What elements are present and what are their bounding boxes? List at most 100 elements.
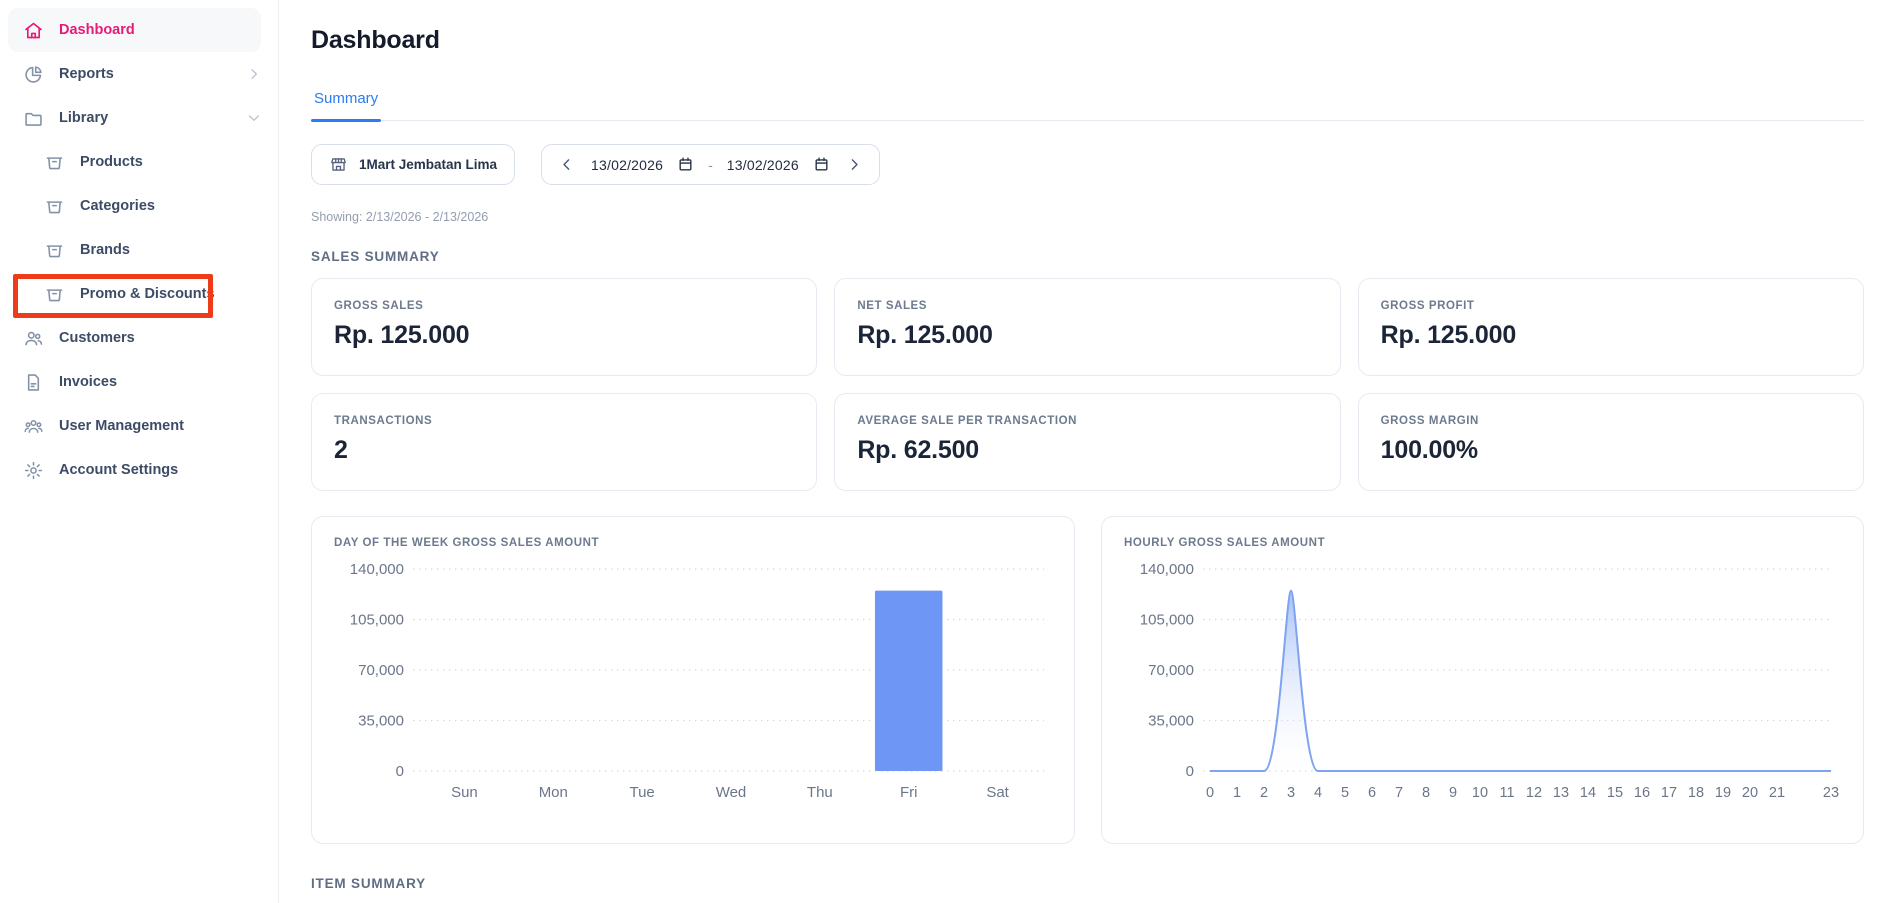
tab-bar: Summary xyxy=(311,82,1864,121)
sidebar-item-label: Products xyxy=(80,154,143,170)
svg-text:12: 12 xyxy=(1526,785,1542,801)
home-icon xyxy=(22,19,44,41)
svg-text:13: 13 xyxy=(1553,785,1569,801)
svg-text:18: 18 xyxy=(1688,785,1704,801)
stat-value: 2 xyxy=(334,436,794,465)
svg-text:10: 10 xyxy=(1472,785,1488,801)
previous-day-button[interactable] xyxy=(556,154,577,175)
sidebar: Dashboard Reports Library Products xyxy=(0,0,279,903)
basket-icon xyxy=(43,195,65,217)
svg-text:17: 17 xyxy=(1661,785,1677,801)
sidebar-item-label: Categories xyxy=(80,198,155,214)
svg-text:0: 0 xyxy=(396,763,404,780)
stat-card-gross-profit: GROSS PROFIT Rp. 125.000 xyxy=(1358,278,1864,376)
end-date-field[interactable]: 13/02/2026 xyxy=(727,157,799,173)
sidebar-item-promo-discounts[interactable]: Promo & Discounts xyxy=(0,272,278,316)
stat-label: GROSS MARGIN xyxy=(1381,415,1841,427)
svg-text:1: 1 xyxy=(1233,785,1241,801)
svg-text:6: 6 xyxy=(1368,785,1376,801)
next-day-button[interactable] xyxy=(844,154,865,175)
svg-text:105,000: 105,000 xyxy=(1140,612,1194,629)
sidebar-item-label: Dashboard xyxy=(59,22,135,38)
main-content: Dashboard Summary 1Mart Jembatan Lima 13… xyxy=(279,0,1887,891)
hourly-chart-card: HOURLY GROSS SALES AMOUNT 0 35,000 70,000 1… xyxy=(1101,516,1864,844)
sidebar-item-invoices[interactable]: Invoices xyxy=(0,360,278,404)
sidebar-item-account-settings[interactable]: Account Settings xyxy=(0,448,278,492)
sidebar-item-products[interactable]: Products xyxy=(0,140,278,184)
svg-text:3: 3 xyxy=(1287,785,1295,801)
svg-text:7: 7 xyxy=(1395,785,1403,801)
svg-text:19: 19 xyxy=(1715,785,1731,801)
stat-value: Rp. 62.500 xyxy=(857,436,1317,465)
chart-title: DAY OF THE WEEK GROSS SALES AMOUNT xyxy=(334,537,1052,549)
sidebar-item-label: Customers xyxy=(59,330,135,346)
sidebar-item-categories[interactable]: Categories xyxy=(0,184,278,228)
svg-text:Fri: Fri xyxy=(900,784,918,801)
stat-label: NET SALES xyxy=(857,300,1317,312)
sidebar-item-user-management[interactable]: User Management xyxy=(0,404,278,448)
sidebar-item-library[interactable]: Library xyxy=(0,96,278,140)
stat-value: Rp. 125.000 xyxy=(334,321,794,350)
svg-text:Mon: Mon xyxy=(539,784,568,801)
stat-card-transactions: TRANSACTIONS 2 xyxy=(311,393,817,491)
stat-card-net-sales: NET SALES Rp. 125.000 xyxy=(834,278,1340,376)
date-range-picker: 13/02/2026 - 13/02/2026 xyxy=(541,144,880,185)
sidebar-item-label: Reports xyxy=(59,66,114,82)
svg-text:Sat: Sat xyxy=(986,784,1009,801)
svg-text:9: 9 xyxy=(1449,785,1457,801)
sales-summary-section-label: SALES SUMMARY xyxy=(311,249,1864,264)
sidebar-item-dashboard[interactable]: Dashboard xyxy=(8,8,261,52)
calendar-icon[interactable] xyxy=(677,156,694,173)
svg-text:105,000: 105,000 xyxy=(350,612,404,629)
sidebar-item-brands[interactable]: Brands xyxy=(0,228,278,272)
svg-text:5: 5 xyxy=(1341,785,1349,801)
calendar-icon[interactable] xyxy=(813,156,830,173)
sidebar-item-reports[interactable]: Reports xyxy=(0,52,278,96)
start-date-field[interactable]: 13/02/2026 xyxy=(591,157,663,173)
svg-text:70,000: 70,000 xyxy=(1148,662,1194,679)
svg-text:0: 0 xyxy=(1206,785,1214,801)
item-summary-section-label: ITEM SUMMARY xyxy=(311,876,1864,891)
sidebar-item-label: Brands xyxy=(80,242,130,258)
stat-value: 100.00% xyxy=(1381,436,1841,465)
svg-text:Wed: Wed xyxy=(716,784,747,801)
svg-text:2: 2 xyxy=(1260,785,1268,801)
svg-text:140,000: 140,000 xyxy=(350,561,404,578)
folder-icon xyxy=(22,107,44,129)
customers-icon xyxy=(22,327,44,349)
stat-card-average-sale: AVERAGE SALE PER TRANSACTION Rp. 62.500 xyxy=(834,393,1340,491)
hourly-area-chart: 035,00070,000105,000140,0000123456789101… xyxy=(1124,553,1841,805)
stat-label: GROSS PROFIT xyxy=(1381,300,1841,312)
chart-title: HOURLY GROSS SALES AMOUNT xyxy=(1124,537,1841,549)
svg-text:8: 8 xyxy=(1422,785,1430,801)
svg-text:0: 0 xyxy=(1186,763,1194,780)
page-title: Dashboard xyxy=(311,26,1864,55)
stats-grid: GROSS SALES Rp. 125.000 NET SALES Rp. 12… xyxy=(311,278,1864,491)
stat-card-gross-sales: GROSS SALES Rp. 125.000 xyxy=(311,278,817,376)
user-group-icon xyxy=(22,415,44,437)
svg-text:Sun: Sun xyxy=(451,784,478,801)
basket-icon xyxy=(43,283,65,305)
sidebar-item-label: User Management xyxy=(59,418,184,434)
svg-text:21: 21 xyxy=(1769,785,1785,801)
store-selector-button[interactable]: 1Mart Jembatan Lima xyxy=(311,144,515,185)
svg-text:20: 20 xyxy=(1742,785,1758,801)
svg-text:35,000: 35,000 xyxy=(358,713,404,730)
store-selector-label: 1Mart Jembatan Lima xyxy=(359,157,497,172)
day-of-week-bar-chart: 035,00070,000105,000140,000SunMonTueWedT… xyxy=(334,553,1052,805)
showing-date-range-text: Showing: 2/13/2026 - 2/13/2026 xyxy=(311,210,1864,224)
svg-text:70,000: 70,000 xyxy=(358,662,404,679)
stat-value: Rp. 125.000 xyxy=(857,321,1317,350)
sidebar-item-label: Account Settings xyxy=(59,462,178,478)
sidebar-item-customers[interactable]: Customers xyxy=(0,316,278,360)
svg-text:16: 16 xyxy=(1634,785,1650,801)
stat-label: AVERAGE SALE PER TRANSACTION xyxy=(857,415,1317,427)
invoice-icon xyxy=(22,371,44,393)
svg-text:35,000: 35,000 xyxy=(1148,713,1194,730)
pie-chart-icon xyxy=(22,63,44,85)
svg-text:140,000: 140,000 xyxy=(1140,561,1194,578)
tab-summary[interactable]: Summary xyxy=(311,82,381,120)
gear-icon xyxy=(22,459,44,481)
filter-row: 1Mart Jembatan Lima 13/02/2026 - 13/02/2… xyxy=(311,144,1864,185)
stat-label: TRANSACTIONS xyxy=(334,415,794,427)
